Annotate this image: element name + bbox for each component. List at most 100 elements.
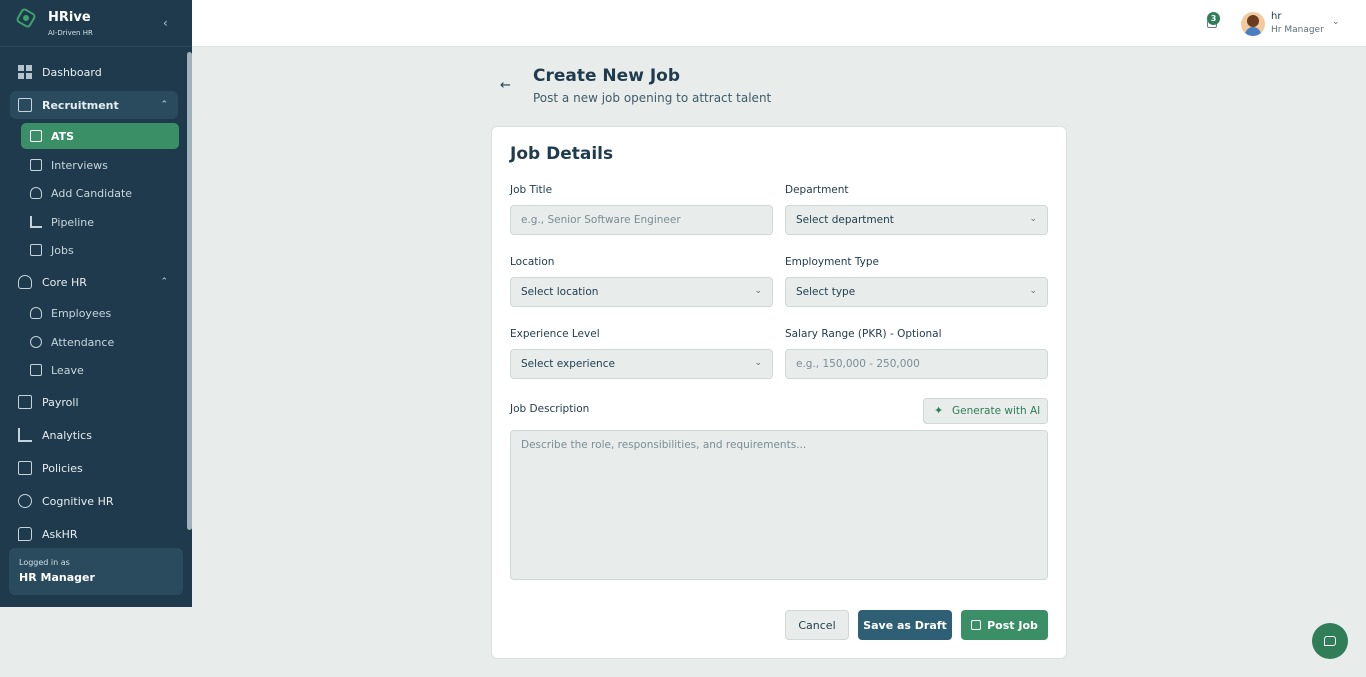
sidebar-item-label: Interviews (51, 158, 108, 172)
users-icon (18, 275, 32, 289)
chevron-down-icon: ⌄ (754, 286, 762, 296)
post-job-label: Post Job (987, 618, 1038, 632)
grid-icon (18, 65, 32, 79)
department-label: Department (785, 184, 849, 196)
calendar-icon (30, 364, 42, 376)
sparkles-icon: ✦ (934, 404, 944, 417)
sidebar-item-label: Leave (51, 363, 84, 377)
section-title: Job Details (510, 144, 614, 164)
brand-header: HRive AI-Driven HR ‹ (0, 0, 192, 47)
sidebar-item-pipeline[interactable]: Pipeline (21, 209, 179, 235)
experience-level-value: Select experience (521, 358, 615, 370)
brand-name: HRive (48, 10, 91, 25)
sidebar-item-label: Jobs (51, 243, 74, 257)
file-icon (30, 244, 42, 256)
sidebar-item-recruitment[interactable]: Recruitment ⌃ (10, 91, 178, 119)
chevron-down-icon[interactable]: ⌄ (1332, 17, 1340, 27)
post-job-button[interactable]: Post Job (961, 610, 1048, 640)
location-label: Location (510, 256, 555, 268)
employment-type-select[interactable]: Select type ⌄ (785, 277, 1048, 307)
save-icon (971, 620, 982, 630)
sidebar-item-label: Pipeline (51, 215, 95, 229)
generate-with-ai-button[interactable]: ✦ Generate with AI (923, 398, 1048, 424)
chevron-up-icon: ⌃ (160, 277, 168, 287)
message-icon (18, 527, 32, 541)
sidebar: HRive AI-Driven HR ‹ Dashboard Recruitme… (0, 0, 192, 607)
sidebar-item-askhr[interactable]: AskHR (10, 520, 178, 548)
sidebar-item-employees[interactable]: Employees (21, 300, 179, 326)
chat-button[interactable] (1312, 623, 1348, 659)
wallet-icon (18, 395, 32, 409)
sidebar-item-label: Analytics (42, 428, 92, 442)
location-select[interactable]: Select location ⌄ (510, 277, 773, 307)
chevron-down-icon: ⌄ (754, 358, 762, 368)
employment-type-value: Select type (796, 286, 856, 298)
users-icon (30, 307, 42, 319)
department-select[interactable]: Select department ⌄ (785, 205, 1048, 235)
sidebar-item-dashboard[interactable]: Dashboard (10, 58, 178, 86)
sidebar-item-label: ATS (51, 129, 75, 143)
page-title: Create New Job (533, 66, 680, 86)
collapse-sidebar-icon[interactable]: ‹ (163, 16, 168, 30)
sidebar-item-label: Employees (51, 306, 112, 320)
video-icon (30, 159, 42, 171)
job-description-textarea[interactable]: Describe the role, responsibilities, and… (510, 430, 1048, 580)
user-role: Hr Manager (1271, 25, 1324, 35)
sidebar-item-attendance[interactable]: Attendance (21, 329, 179, 355)
chevron-down-icon: ⌄ (1029, 214, 1037, 224)
chevron-down-icon: ⌄ (1029, 286, 1037, 296)
sidebar-item-label: Cognitive HR (42, 494, 114, 508)
sidebar-item-label: Policies (42, 461, 83, 475)
sidebar-item-core-hr[interactable]: Core HR ⌃ (10, 268, 178, 296)
chat-icon (1324, 636, 1336, 646)
logged-in-panel: Logged in as HR Manager (9, 548, 183, 595)
sidebar-item-cognitive-hr[interactable]: Cognitive HR (10, 487, 178, 515)
pipeline-icon (30, 216, 42, 228)
department-value: Select department (796, 214, 894, 226)
sidebar-item-label: Attendance (51, 335, 115, 349)
location-value: Select location (521, 286, 599, 298)
sidebar-item-add-candidate[interactable]: Add Candidate (21, 180, 179, 206)
job-description-label: Job Description (510, 403, 590, 415)
bar-chart-icon (18, 428, 32, 442)
generate-with-ai-label: Generate with AI (952, 405, 1041, 417)
sidebar-item-label: AskHR (42, 527, 78, 541)
back-arrow-icon[interactable]: ← (500, 78, 511, 93)
sidebar-item-label: Add Candidate (51, 186, 133, 200)
briefcase-icon (18, 98, 32, 112)
sidebar-item-jobs[interactable]: Jobs (21, 237, 179, 263)
user-plus-icon (30, 187, 42, 199)
sidebar-item-label: Payroll (42, 395, 79, 409)
sidebar-item-policies[interactable]: Policies (10, 454, 178, 482)
logged-in-label: Logged in as (19, 558, 70, 567)
cancel-button[interactable]: Cancel (785, 610, 849, 640)
file-icon (18, 461, 32, 475)
sidebar-item-label: Core HR (42, 275, 87, 289)
job-title-label: Job Title (510, 184, 553, 196)
notification-badge: 3 (1207, 12, 1220, 25)
sidebar-item-payroll[interactable]: Payroll (10, 388, 178, 416)
globe-icon (18, 494, 32, 508)
salary-range-label: Salary Range (PKR) - Optional (785, 328, 942, 340)
user-name[interactable]: hr (1271, 11, 1281, 22)
experience-level-select[interactable]: Select experience ⌄ (510, 349, 773, 379)
briefcase-icon (30, 130, 42, 142)
sidebar-item-label: Dashboard (42, 65, 102, 79)
sidebar-item-label: Recruitment (42, 98, 119, 112)
avatar[interactable] (1241, 12, 1265, 36)
salary-range-input[interactable]: e.g., 150,000 - 250,000 (785, 349, 1048, 379)
clock-icon (30, 336, 42, 348)
logo-icon (15, 7, 37, 29)
sidebar-item-ats[interactable]: ATS (21, 123, 179, 149)
save-as-draft-button[interactable]: Save as Draft (858, 610, 952, 640)
job-title-input[interactable]: e.g., Senior Software Engineer (510, 205, 773, 235)
brand-tagline: AI-Driven HR (48, 29, 93, 37)
sidebar-item-leave[interactable]: Leave (21, 357, 179, 383)
sidebar-item-analytics[interactable]: Analytics (10, 421, 178, 449)
employment-type-label: Employment Type (785, 256, 879, 268)
sidebar-item-interviews[interactable]: Interviews (21, 152, 179, 178)
sidebar-scrollbar[interactable] (187, 52, 192, 530)
job-details-card: Job Details Job Title e.g., Senior Softw… (491, 126, 1067, 659)
experience-level-label: Experience Level (510, 328, 600, 340)
topbar: 3 hr Hr Manager ⌄ (192, 0, 1366, 47)
